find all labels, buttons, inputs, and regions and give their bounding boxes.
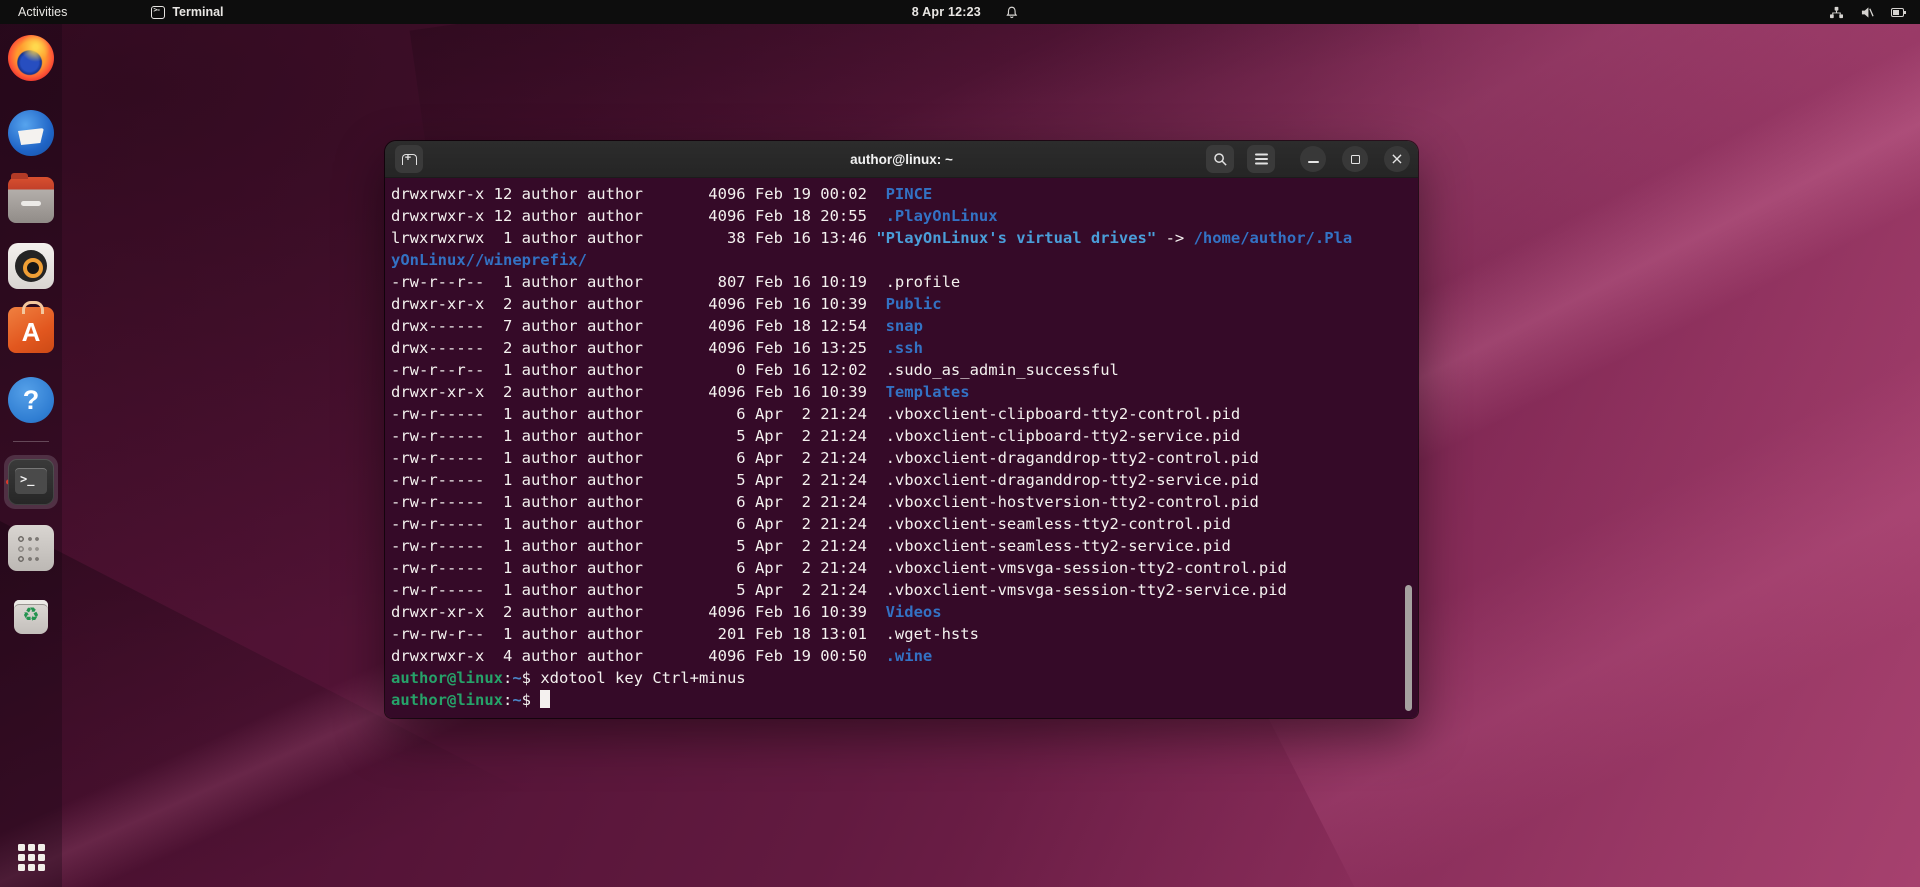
- activities-button[interactable]: Activities: [0, 0, 81, 24]
- close-button[interactable]: ×: [1384, 146, 1410, 172]
- terminal-line: drwxr-xr-x 2 author author 4096 Feb 16 1…: [391, 383, 970, 401]
- search-button[interactable]: [1206, 145, 1234, 173]
- firefox-icon: [8, 35, 54, 81]
- top-bar: Activities Terminal 8 Apr 12:23: [0, 0, 1920, 24]
- dock-divider: [13, 441, 49, 442]
- terminal-line: drwxrwxr-x 12 author author 4096 Feb 18 …: [391, 207, 998, 225]
- terminal-line: drwxrwxr-x 12 author author 4096 Feb 19 …: [391, 185, 933, 203]
- desktop: Activities Terminal 8 Apr 12:23: [0, 0, 1920, 887]
- terminal-line: -rw-r----- 1 author author 6 Apr 2 21:24…: [391, 515, 1231, 533]
- terminal-app-icon: [151, 5, 166, 19]
- terminal-line: -rw-rw-r-- 1 author author 201 Feb 18 13…: [391, 625, 979, 643]
- terminal-line: drwxr-xr-x 2 author author 4096 Feb 16 1…: [391, 603, 942, 621]
- dock-item-utility-app[interactable]: [8, 525, 54, 571]
- terminal-line: -rw-r----- 1 author author 5 Apr 2 21:24…: [391, 427, 1241, 445]
- show-applications-button[interactable]: [8, 834, 54, 880]
- terminal-line: -rw-r----- 1 author author 5 Apr 2 21:24…: [391, 581, 1287, 599]
- terminal-screen[interactable]: drwxrwxr-x 12 author author 4096 Feb 19 …: [385, 178, 1418, 718]
- focused-app-menu[interactable]: Terminal: [141, 0, 233, 24]
- files-icon: [8, 173, 54, 223]
- notification-bell-icon: [1005, 5, 1019, 20]
- battery-icon: [1891, 7, 1907, 17]
- rhythmbox-icon: [8, 243, 54, 289]
- terminal-line: drwx------ 2 author author 4096 Feb 16 1…: [391, 339, 923, 357]
- menu-button[interactable]: [1247, 145, 1275, 173]
- new-tab-button[interactable]: [395, 145, 423, 173]
- terminal-line: -rw-r----- 1 author author 6 Apr 2 21:24…: [391, 405, 1241, 423]
- close-icon: ×: [1390, 148, 1404, 168]
- clock-label: 8 Apr 12:23: [911, 5, 981, 19]
- dock-item-trash[interactable]: [8, 592, 54, 638]
- terminal-line: -rw-r----- 1 author author 6 Apr 2 21:24…: [391, 493, 1259, 511]
- show-applications-icon: [17, 843, 45, 871]
- terminal-titlebar[interactable]: author@linux: ~ ×: [385, 141, 1418, 178]
- terminal-line: -rw-r----- 1 author author 5 Apr 2 21:24…: [391, 537, 1231, 555]
- clock-menu[interactable]: 8 Apr 12:23: [912, 0, 1019, 24]
- volume-muted-icon: [1860, 6, 1875, 19]
- ubuntu-software-icon: [8, 301, 54, 353]
- terminal-line: lrwxrwxrwx 1 author author 38 Feb 16 13:…: [391, 229, 1353, 247]
- dock-item-help[interactable]: [8, 377, 54, 423]
- hamburger-menu-icon: [1254, 158, 1268, 160]
- system-status-menu[interactable]: [1829, 0, 1920, 24]
- search-icon: [1213, 152, 1227, 166]
- trash-icon: [8, 592, 54, 638]
- dock-item-firefox[interactable]: [8, 35, 54, 81]
- thunderbird-icon: [8, 110, 54, 156]
- help-icon: [8, 377, 54, 423]
- terminal-cursor: [540, 690, 550, 708]
- minimize-icon: [1307, 161, 1319, 163]
- dock-item-terminal[interactable]: [4, 455, 58, 509]
- terminal-line: drwxr-xr-x 2 author author 4096 Feb 16 1…: [391, 295, 942, 313]
- utility-app-icon: [8, 525, 54, 571]
- terminal-output: drwxrwxr-x 12 author author 4096 Feb 19 …: [391, 183, 1412, 711]
- minimize-button[interactable]: [1300, 146, 1326, 172]
- terminal-line: -rw-r----- 1 author author 5 Apr 2 21:24…: [391, 471, 1259, 489]
- terminal-window: author@linux: ~ ×: [385, 141, 1418, 718]
- terminal-line: author@linux:~$: [391, 689, 1412, 711]
- terminal-line: -rw-r--r-- 1 author author 0 Feb 16 12:0…: [391, 361, 1119, 379]
- terminal-icon: [8, 459, 54, 505]
- new-tab-icon: [401, 152, 417, 165]
- focused-app-label: Terminal: [172, 5, 224, 19]
- terminal-line: author@linux:~$ xdotool key Ctrl+minus: [391, 669, 746, 687]
- dock: [0, 24, 62, 887]
- dock-item-files[interactable]: [8, 173, 54, 223]
- dock-item-ubuntu-software[interactable]: [8, 301, 54, 353]
- network-wired-icon: [1829, 6, 1844, 19]
- dock-item-thunderbird[interactable]: [8, 110, 54, 156]
- terminal-line: -rw-r--r-- 1 author author 807 Feb 16 10…: [391, 273, 961, 291]
- maximize-icon: [1350, 154, 1360, 164]
- maximize-button[interactable]: [1342, 146, 1368, 172]
- terminal-line: -rw-r----- 1 author author 6 Apr 2 21:24…: [391, 449, 1259, 467]
- dock-item-rhythmbox[interactable]: [8, 243, 54, 289]
- scrollbar-thumb[interactable]: [1405, 585, 1412, 711]
- terminal-line: drwx------ 7 author author 4096 Feb 18 1…: [391, 317, 923, 335]
- terminal-line: drwxrwxr-x 4 author author 4096 Feb 19 0…: [391, 647, 933, 665]
- terminal-line: yOnLinux//wineprefix/: [391, 251, 587, 269]
- terminal-line: -rw-r----- 1 author author 6 Apr 2 21:24…: [391, 559, 1287, 577]
